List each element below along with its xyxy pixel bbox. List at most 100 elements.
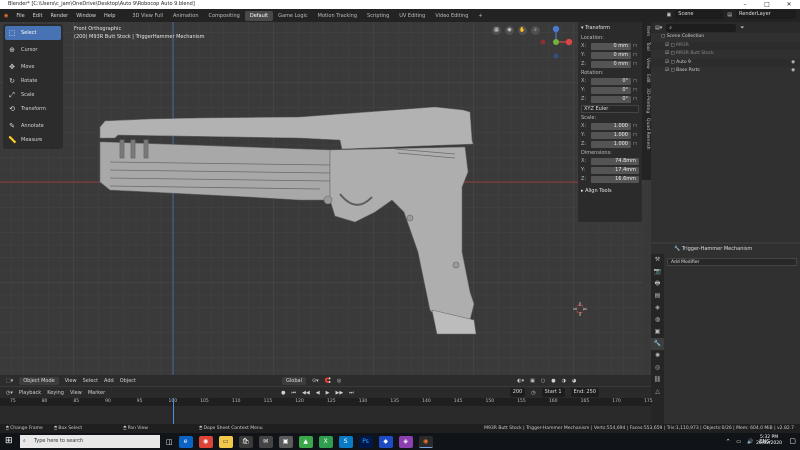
workspace-tab-animation[interactable]: Animation bbox=[168, 11, 204, 21]
app-icon[interactable]: ▣ bbox=[278, 435, 293, 448]
view-layer-tab-icon[interactable]: ▤ bbox=[651, 290, 664, 302]
rotation-mode-select[interactable]: XYZ Euler bbox=[581, 105, 639, 113]
shading-wireframe-icon[interactable]: ○ bbox=[541, 378, 545, 384]
transform-header[interactable]: ▾ Transform bbox=[581, 24, 639, 33]
lock-icon[interactable]: ⊓ bbox=[631, 96, 639, 102]
overlays-icon[interactable]: ◐▾ bbox=[517, 378, 524, 384]
menu-help[interactable]: Help bbox=[100, 13, 119, 19]
3d-viewport[interactable] bbox=[0, 22, 643, 380]
scale-y-row[interactable]: Y: 1.000 ⊓ bbox=[581, 131, 639, 139]
lock-icon[interactable]: ⊓ bbox=[631, 61, 639, 67]
location-z-field[interactable]: 0 mm bbox=[591, 60, 631, 68]
photoshop-icon[interactable]: Ps bbox=[358, 435, 373, 448]
workspace-tab-uv-editing[interactable]: UV Editing bbox=[394, 11, 430, 21]
minimize-button[interactable]: – bbox=[734, 0, 756, 9]
transform-orientation-select[interactable]: Global bbox=[282, 376, 306, 385]
jump-start-icon[interactable]: ⏮ bbox=[292, 390, 297, 396]
menu-render[interactable]: Render bbox=[46, 13, 72, 19]
tab-quad-remesh[interactable]: Quad Remesh bbox=[643, 118, 650, 149]
blender-logo-icon[interactable]: ◉ bbox=[0, 13, 12, 19]
output-tab-icon[interactable]: 🖶 bbox=[651, 278, 664, 290]
skype-icon[interactable]: S bbox=[338, 435, 353, 448]
camera-icon[interactable]: ◉ bbox=[505, 26, 514, 35]
lock-icon[interactable]: ⊓ bbox=[631, 87, 639, 93]
menu-playback[interactable]: Playback bbox=[19, 390, 41, 396]
workspace-tab-compositing[interactable]: Compositing bbox=[204, 11, 245, 21]
tab-item[interactable]: Item bbox=[643, 26, 650, 36]
start-frame-field[interactable]: Start 1 bbox=[541, 388, 565, 397]
app-purple-icon[interactable]: ◈ bbox=[398, 435, 413, 448]
lock-icon[interactable]: ⊓ bbox=[631, 132, 639, 138]
view-layer-selector[interactable]: RenderLayer bbox=[736, 10, 796, 19]
shading-solid-icon[interactable]: ● bbox=[551, 378, 555, 384]
scale-z-row[interactable]: Z: 1.000 ⊓ bbox=[581, 140, 639, 148]
constraints-tab-icon[interactable]: ⛓ bbox=[651, 374, 664, 386]
tool-select[interactable]: ⬚ Select bbox=[5, 26, 61, 40]
dimensions-z-field[interactable]: 16.6mm bbox=[591, 175, 639, 183]
workspace-tab-3dview-full[interactable]: 3D View Full bbox=[127, 11, 168, 21]
play-icon[interactable]: ▶ bbox=[326, 390, 330, 396]
menu-file[interactable]: File bbox=[12, 13, 28, 19]
rotation-z-row[interactable]: Z: 0° ⊓ bbox=[581, 95, 639, 103]
task-view-icon[interactable]: ◫ bbox=[166, 438, 173, 446]
scale-x-field[interactable]: 1.000 bbox=[591, 122, 631, 130]
dimensions-x-row[interactable]: X: 74.8mm bbox=[581, 157, 639, 165]
menu-view[interactable]: View bbox=[65, 378, 77, 384]
location-z-row[interactable]: Z: 0 mm ⊓ bbox=[581, 60, 639, 68]
tool-cursor[interactable]: ⊕ Cursor bbox=[5, 43, 61, 57]
rotation-y-field[interactable]: 0° bbox=[591, 86, 631, 94]
eye-icon[interactable]: ◉ bbox=[791, 67, 795, 76]
tab-edit[interactable]: Edit bbox=[643, 74, 650, 83]
lock-icon[interactable]: ⊓ bbox=[631, 52, 639, 58]
align-tools-header[interactable]: ▸ Align Tools bbox=[581, 187, 639, 196]
end-frame-field[interactable]: End: 250 bbox=[570, 388, 599, 397]
data-tab-icon[interactable]: △ bbox=[651, 386, 664, 398]
workspace-tab-motion-tracking[interactable]: Motion Tracking bbox=[313, 11, 362, 21]
snap-icon[interactable]: 🧲 bbox=[325, 378, 331, 384]
lock-icon[interactable]: ⊓ bbox=[631, 141, 639, 147]
notification-icon[interactable]: ▢ bbox=[789, 437, 796, 445]
object-tab-icon[interactable]: ▣ bbox=[651, 326, 664, 338]
app-blue-icon[interactable]: ◆ bbox=[378, 435, 393, 448]
world-tab-icon[interactable]: ◍ bbox=[651, 314, 664, 326]
excel-icon[interactable]: X bbox=[318, 435, 333, 448]
lock-icon[interactable]: ⊓ bbox=[631, 78, 639, 84]
timeline-ruler[interactable]: 7580859095100105110115120125130135140145… bbox=[0, 398, 653, 406]
mail-icon[interactable]: ✉ bbox=[258, 435, 273, 448]
add-workspace-button[interactable]: + bbox=[473, 11, 487, 21]
scale-x-row[interactable]: X: 1.000 ⊓ bbox=[581, 122, 639, 130]
dimensions-z-row[interactable]: Z: 16.6mm bbox=[581, 175, 639, 183]
preview-range-icon[interactable]: ◷ bbox=[531, 390, 535, 396]
outliner-row-m93r-butt-stock[interactable]: ☑ ▢ M93R Butt Stock bbox=[651, 50, 800, 59]
menu-marker[interactable]: Marker bbox=[88, 390, 105, 396]
windows-start-icon[interactable]: ⊞ bbox=[5, 436, 13, 446]
network-icon[interactable]: ▭ bbox=[736, 439, 741, 445]
menu-window[interactable]: Window bbox=[72, 13, 100, 19]
tool-measure[interactable]: 📏 Measure bbox=[5, 133, 61, 147]
tool-tab-icon[interactable]: ⚒ bbox=[651, 254, 664, 266]
menu-object[interactable]: Object bbox=[120, 378, 136, 384]
physics-tab-icon[interactable]: ◎ bbox=[651, 362, 664, 374]
menu-timeline-view[interactable]: View bbox=[70, 390, 82, 396]
prev-key-icon[interactable]: ◀◀ bbox=[302, 390, 310, 396]
tool-scale[interactable]: ⤢ Scale bbox=[5, 88, 61, 102]
jump-end-icon[interactable]: ⏭ bbox=[349, 390, 354, 396]
timeline-editor-icon[interactable]: ◷▾ bbox=[6, 390, 13, 396]
menu-add[interactable]: Add bbox=[104, 378, 114, 384]
shading-material-icon[interactable]: ◑ bbox=[562, 378, 566, 384]
shading-rendered-icon[interactable]: ◕ bbox=[572, 378, 576, 384]
maximize-button[interactable]: □ bbox=[756, 0, 778, 9]
navigation-gizmo[interactable] bbox=[534, 24, 574, 64]
menu-keying[interactable]: Keying bbox=[47, 390, 64, 396]
play-reverse-icon[interactable]: ◀ bbox=[316, 390, 320, 396]
close-button[interactable]: ✕ bbox=[778, 0, 800, 9]
app-green-icon[interactable]: ▲ bbox=[298, 435, 313, 448]
hand-pan-icon[interactable]: ✋ bbox=[518, 26, 527, 35]
chrome-icon[interactable]: ◉ bbox=[198, 435, 213, 448]
render-tab-icon[interactable]: 📷 bbox=[651, 266, 664, 278]
rotation-x-row[interactable]: X: 0° ⊓ bbox=[581, 77, 639, 85]
pivot-icon[interactable]: ⊙▾ bbox=[312, 378, 319, 384]
mode-select[interactable]: Object Mode bbox=[19, 376, 59, 385]
workspace-tab-scripting[interactable]: Scripting bbox=[362, 11, 394, 21]
location-x-field[interactable]: 0 mm bbox=[591, 42, 631, 50]
